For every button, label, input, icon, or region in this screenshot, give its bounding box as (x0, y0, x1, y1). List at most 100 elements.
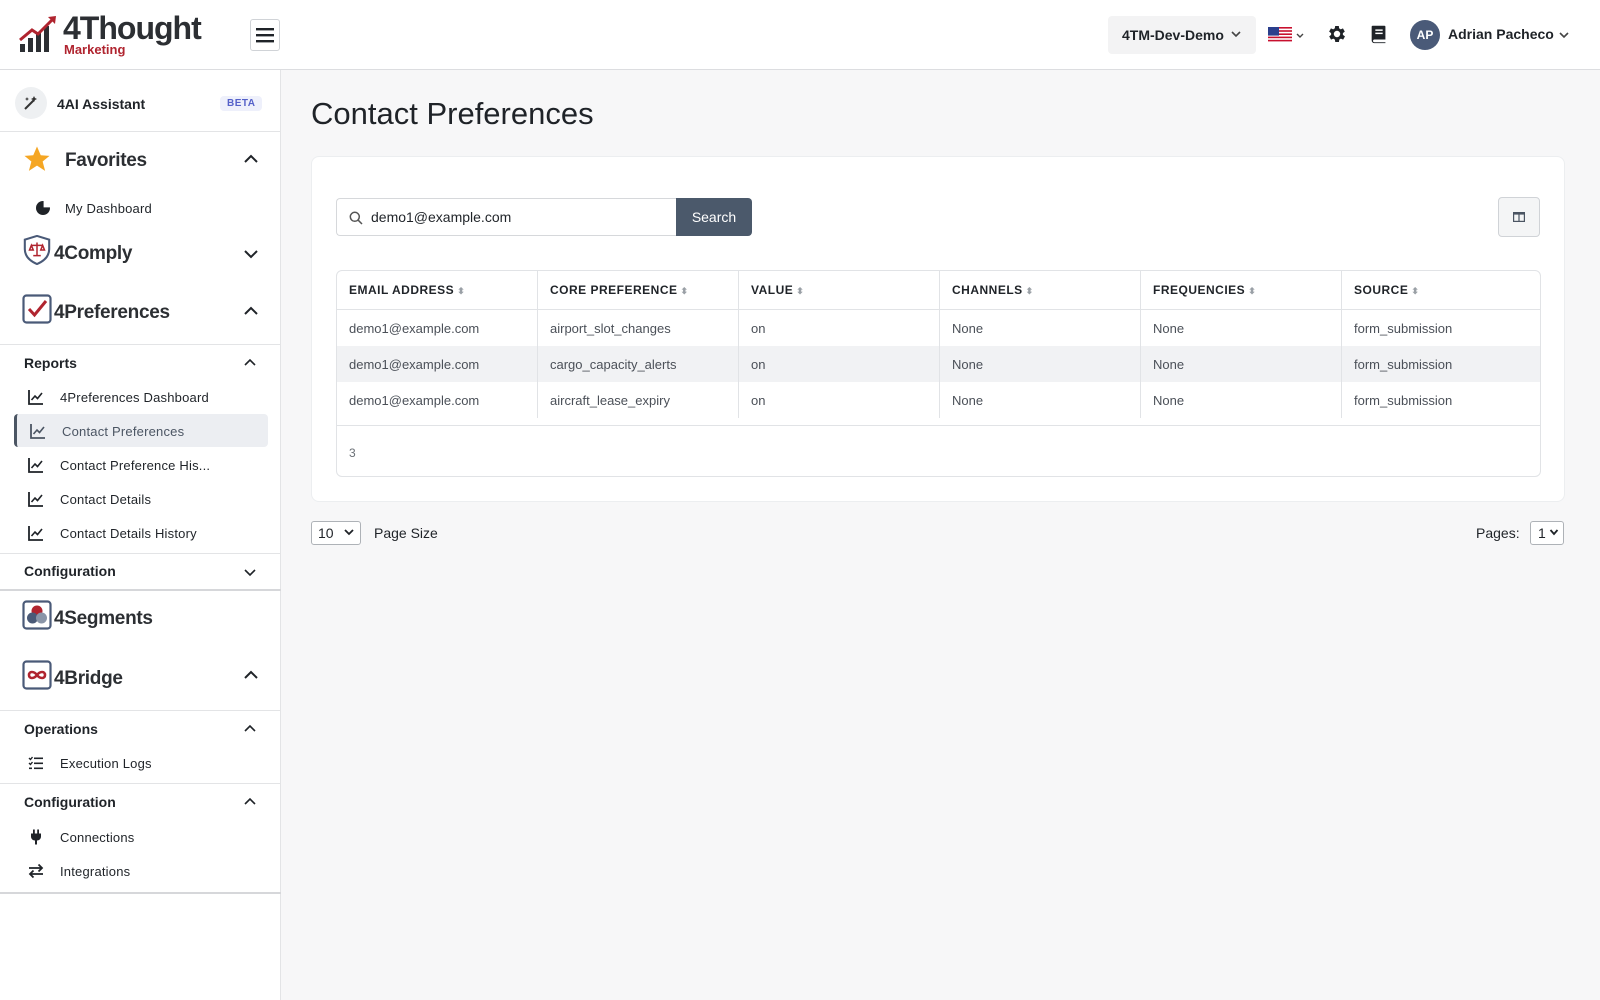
cell-core-preference: cargo_capacity_alerts (538, 346, 739, 382)
logo[interactable]: 4Thought Marketing (18, 12, 208, 58)
line-chart-icon (30, 424, 45, 439)
sidebar-item-label: Contact Details (60, 492, 152, 507)
column-header-email[interactable]: EMAIL ADDRESS ⬍ (337, 271, 538, 310)
docs-book-icon[interactable] (1368, 23, 1390, 45)
menu-toggle-button[interactable] (250, 19, 280, 51)
user-name[interactable]: Adrian Pacheco (1448, 26, 1554, 42)
beta-badge: BETA (220, 96, 263, 111)
cell-frequencies: None (1141, 382, 1342, 418)
line-chart-icon (28, 458, 43, 473)
comply-title: 4Comply (54, 243, 133, 264)
cell-source: form_submission (1354, 357, 1453, 372)
preferences-section-header[interactable]: 4Preferences (0, 292, 281, 336)
cell-value: on (739, 310, 940, 346)
page-size-value: 10 (318, 525, 334, 541)
user-avatar[interactable]: AP (1410, 20, 1440, 50)
operations-subsection-header[interactable]: Operations (0, 710, 281, 746)
preferences-title: 4Preferences (54, 302, 170, 323)
chevron-up-icon (244, 154, 258, 163)
environment-selector[interactable]: 4TM-Dev-Demo (1108, 16, 1256, 54)
cell-core-preference: aircraft_lease_expiry (538, 382, 739, 418)
columns-icon (1513, 212, 1525, 222)
sidebar-item-label: Execution Logs (60, 756, 152, 771)
reports-subsection-header[interactable]: Reports (0, 344, 281, 380)
search-icon (349, 211, 363, 225)
infinity-link-icon (22, 660, 52, 690)
column-header-core-preference[interactable]: CORE PREFERENCE ⬍ (538, 271, 739, 310)
search-button[interactable]: Search (676, 198, 752, 236)
favorites-section-header[interactable]: Favorites (0, 142, 281, 182)
sidebar-item-connections[interactable]: Connections (14, 820, 268, 853)
sidebar-item-contact-preferences[interactable]: Contact Preferences (14, 414, 268, 447)
sidebar-item-my-dashboard[interactable]: My Dashboard (14, 191, 268, 224)
line-chart-icon (28, 526, 43, 541)
column-header-source[interactable]: SOURCE ⬍ (1342, 271, 1540, 310)
sidebar-item-contact-details[interactable]: Contact Details (14, 482, 268, 515)
pie-chart-icon (36, 200, 51, 215)
checklist-icon (28, 756, 43, 770)
search-input[interactable] (371, 209, 666, 225)
sidebar-item-label: 4Preferences Dashboard (60, 390, 209, 405)
ai-assistant-row[interactable]: 4AI Assistant BETA (0, 70, 281, 132)
logo-title: 4Thought (63, 10, 202, 46)
page-size-label: Page Size (374, 525, 438, 541)
cell-email: demo1@example.com (337, 382, 538, 418)
sidebar-item-label: My Dashboard (65, 201, 152, 216)
bridge-configuration-header[interactable]: Configuration (0, 783, 281, 819)
column-header-frequencies[interactable]: FREQUENCIES ⬍ (1141, 271, 1342, 310)
settings-gear-icon[interactable] (1326, 23, 1348, 45)
sidebar-item-execution-logs[interactable]: Execution Logs (14, 746, 268, 779)
page-title: Contact Preferences (311, 96, 594, 131)
table-row[interactable]: demo1@example.com aircraft_lease_expiry … (337, 382, 1540, 418)
sort-icon: ⬍ (796, 286, 805, 296)
logo-chart-icon (19, 16, 56, 52)
table-row[interactable]: demo1@example.com airport_slot_changes o… (337, 310, 1540, 346)
cell-value: on (739, 346, 940, 382)
sidebar-item-label: Contact Preference His... (60, 458, 211, 473)
sort-icon: ⬍ (1411, 286, 1420, 296)
pages-label: Pages: (1476, 525, 1520, 541)
star-icon (24, 146, 50, 171)
language-selector[interactable] (1268, 25, 1306, 47)
table-header: EMAIL ADDRESS ⬍ CORE PREFERENCE ⬍ VALUE ⬍ C… (337, 271, 1540, 310)
cell-source: form_submission (1354, 321, 1453, 336)
bridge-title: 4Bridge (54, 668, 123, 689)
line-chart-icon (28, 390, 43, 405)
swap-arrows-icon (28, 863, 44, 879)
table-row[interactable]: demo1@example.com cargo_capacity_alerts … (337, 346, 1540, 382)
sidebar-item-preferences-dashboard[interactable]: 4Preferences Dashboard (14, 380, 268, 413)
chevron-down-icon (344, 529, 354, 536)
column-toggle-button[interactable] (1498, 197, 1540, 237)
chevron-down-icon[interactable] (1558, 29, 1570, 41)
divider (0, 892, 281, 894)
chevron-up-icon (244, 797, 256, 805)
sidebar-item-label: Connections (60, 830, 135, 845)
sidebar-item-integrations[interactable]: Integrations (14, 854, 268, 887)
segments-icon (22, 600, 52, 630)
bridge-section-header[interactable]: 4Bridge (0, 658, 281, 702)
comply-section-header[interactable]: 4Comply (0, 233, 281, 277)
cell-frequencies: None (1141, 346, 1342, 382)
sidebar-item-contact-preference-history[interactable]: Contact Preference His... (14, 448, 268, 481)
chevron-up-icon (244, 670, 258, 679)
chevron-down-icon (1549, 529, 1559, 536)
segments-section-header[interactable]: 4Segments (0, 598, 281, 642)
page-size-select[interactable]: 10 (311, 521, 361, 545)
sort-icon: ⬍ (1248, 286, 1257, 296)
page-number-select[interactable]: 1 (1530, 521, 1564, 545)
cell-channels: None (940, 382, 1141, 418)
cell-channels: None (940, 346, 1141, 382)
column-header-value[interactable]: VALUE ⬍ (739, 271, 940, 310)
sidebar-item-label: Contact Details History (60, 526, 197, 541)
sort-icon: ⬍ (680, 286, 689, 296)
ai-assistant-label: 4AI Assistant (57, 96, 146, 112)
sidebar-item-contact-details-history[interactable]: Contact Details History (14, 516, 268, 549)
preferences-configuration-header[interactable]: Configuration (0, 553, 281, 589)
cell-source: form_submission (1354, 393, 1453, 408)
operations-title: Operations (24, 721, 98, 737)
top-bar: 4Thought Marketing 4TM-Dev-Demo AP Adria… (0, 0, 1600, 70)
column-header-channels[interactable]: CHANNELS ⬍ (940, 271, 1141, 310)
cell-core-preference: airport_slot_changes (538, 310, 739, 346)
search-field[interactable] (336, 198, 678, 236)
line-chart-icon (28, 492, 43, 507)
